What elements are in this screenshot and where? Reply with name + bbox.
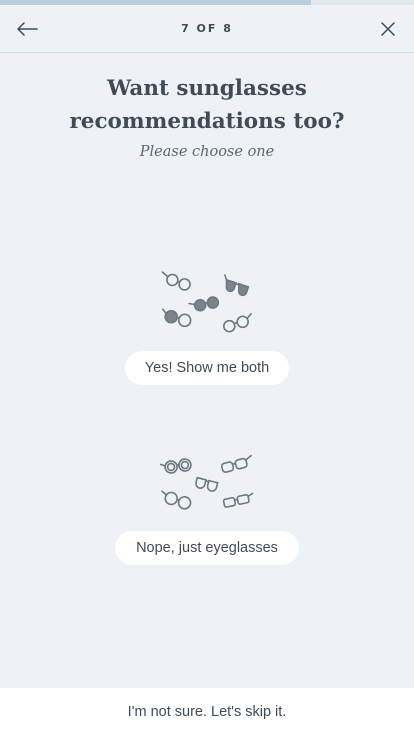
skip-button[interactable]: I'm not sure. Let's skip it. xyxy=(0,688,414,736)
arrow-left-icon xyxy=(17,22,38,36)
page-title: Want sunglasses recommendations too? xyxy=(0,72,414,138)
eyeglasses-icon xyxy=(159,454,254,510)
close-button[interactable] xyxy=(376,17,400,41)
header: 7 OF 8 xyxy=(0,5,414,53)
sunglasses-and-eyeglasses-icon xyxy=(161,271,252,333)
page-title-line-2: recommendations too? xyxy=(69,109,345,134)
option-eyeglasses-button[interactable]: Nope, just eyeglasses xyxy=(115,531,299,565)
page-subtitle: Please choose one xyxy=(139,144,275,160)
step-indicator: 7 OF 8 xyxy=(181,22,233,35)
option-both-button[interactable]: Yes! Show me both xyxy=(125,351,289,385)
close-icon xyxy=(381,22,395,36)
back-button[interactable] xyxy=(14,17,40,41)
page-title-line-1: Want sunglasses xyxy=(107,76,307,101)
